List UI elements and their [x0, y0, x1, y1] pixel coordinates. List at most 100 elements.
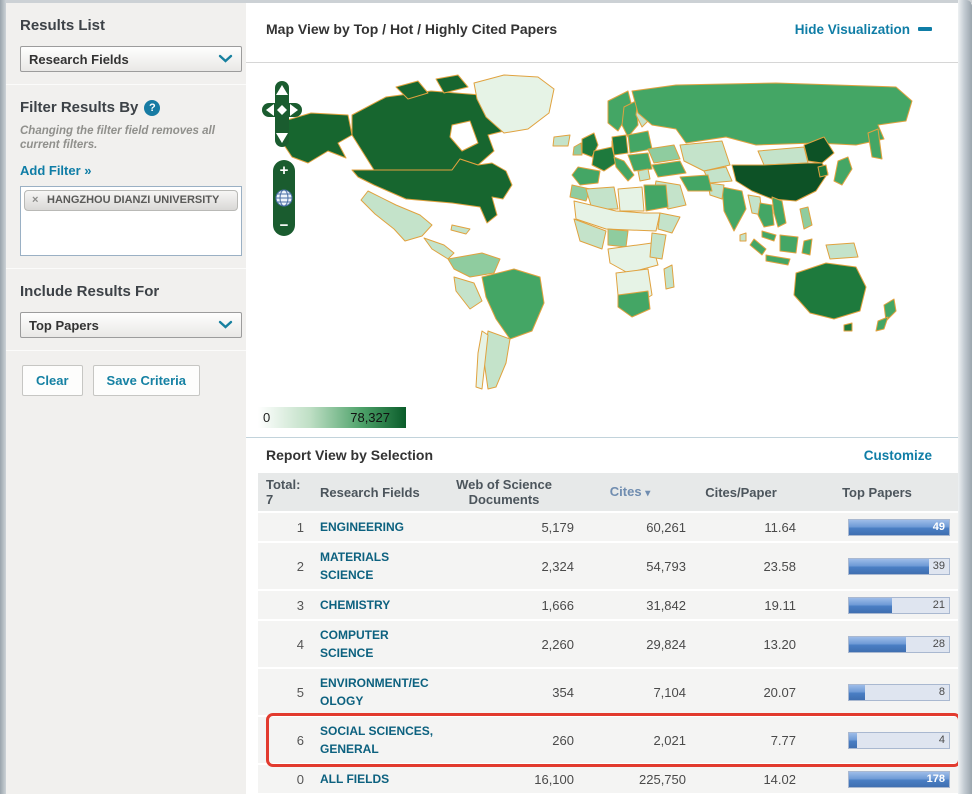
research-field-link[interactable]: ENVIRONMENT/ECOLOGY: [320, 676, 429, 708]
row-field: SOCIAL SCIENCES, GENERAL: [304, 722, 434, 758]
row-cites: 2,021: [574, 733, 686, 748]
java: [766, 255, 790, 265]
clear-button[interactable]: Clear: [22, 365, 83, 396]
customize-label: Customize: [864, 448, 932, 463]
research-field-link[interactable]: ENGINEERING: [320, 520, 404, 534]
country-iran: [680, 175, 712, 191]
map-section-header: Map View by Top / Hot / Highly Cited Pap…: [246, 21, 958, 37]
country-france: [592, 147, 616, 171]
hide-visualization-link[interactable]: Hide Visualization: [795, 22, 932, 37]
row-cites: 60,261: [574, 520, 686, 535]
top-papers-value: 39: [933, 560, 945, 572]
world-choropleth-map[interactable]: [256, 73, 956, 403]
header-wos-documents: Web of Science Documents: [434, 477, 574, 507]
central-america: [424, 238, 454, 259]
country-ukraine: [648, 145, 680, 163]
top-papers-value: 178: [927, 773, 945, 785]
hide-visualization-label: Hide Visualization: [795, 22, 910, 37]
row-wos-documents: 16,100: [434, 772, 574, 787]
sidebar-actions: Clear Save Criteria: [6, 351, 246, 396]
research-field-link[interactable]: SOCIAL SCIENCES, GENERAL: [320, 724, 433, 756]
table-row: 0 ALL FIELDS 16,100 225,750 14.02 178: [258, 765, 958, 793]
row-top-papers: 178: [796, 771, 958, 788]
remove-filter-icon[interactable]: ×: [32, 194, 38, 207]
row-field: COMPUTER SCIENCE: [304, 626, 434, 662]
customize-link[interactable]: Customize: [864, 448, 932, 463]
globe-icon[interactable]: [275, 189, 293, 207]
results-list-dropdown[interactable]: Research Fields: [20, 46, 242, 72]
sort-descending-icon: ▾: [645, 488, 650, 499]
research-field-link[interactable]: MATERIALS SCIENCE: [320, 550, 389, 582]
row-top-papers: 49: [796, 519, 958, 536]
top-papers-bar: 4: [848, 732, 950, 749]
include-results-title: Include Results For: [20, 283, 236, 300]
country-sri-lanka: [740, 233, 746, 241]
legend-max-value: 78,327: [350, 410, 390, 425]
tasmania: [844, 323, 852, 331]
add-filter-link[interactable]: Add Filter »: [20, 163, 92, 178]
filter-title: Filter Results By?: [20, 99, 236, 116]
top-papers-bar: 8: [848, 684, 950, 701]
page: Results List Research Fields Filter Resu…: [0, 0, 972, 794]
row-cites-per-paper: 11.64: [686, 520, 796, 535]
report-title: Report View by Selection: [266, 447, 433, 463]
filter-tag-label: HANGZHOU DIANZI UNIVERSITY: [47, 194, 219, 206]
map-title: Map View by Top / Hot / Highly Cited Pap…: [266, 21, 557, 37]
country-brazil: [482, 269, 544, 339]
table-header-row: Total: 7 Research Fields Web of Science …: [258, 473, 958, 511]
chevron-down-icon: [218, 316, 233, 334]
row-wos-documents: 1,666: [434, 598, 574, 613]
total-value: 7: [266, 492, 304, 507]
row-field: CHEMISTRY: [304, 596, 434, 614]
row-wos-documents: 354: [434, 685, 574, 700]
header-cites[interactable]: Cites ▾: [574, 484, 686, 501]
row-cites-per-paper: 14.02: [686, 772, 796, 787]
results-list-selected: Research Fields: [29, 52, 129, 67]
zoom-in-button[interactable]: +: [280, 163, 289, 178]
arctic-island: [436, 75, 468, 93]
row-rank: 2: [258, 559, 304, 574]
zoom-out-button[interactable]: −: [280, 218, 289, 233]
row-wos-documents: 2,324: [434, 559, 574, 574]
top-papers-value: 28: [933, 638, 945, 650]
country-madagascar: [664, 265, 674, 289]
top-papers-bar: 49: [848, 519, 950, 536]
report-table: Total: 7 Research Fields Web of Science …: [258, 473, 958, 794]
table-row: 1 ENGINEERING 5,179 60,261 11.64 49: [258, 513, 958, 541]
sidebar: Results List Research Fields Filter Resu…: [6, 3, 246, 794]
include-results-dropdown[interactable]: Top Papers: [20, 312, 242, 338]
top-papers-value: 8: [939, 686, 945, 698]
country-philippines: [800, 207, 812, 229]
row-cites: 7,104: [574, 685, 686, 700]
row-field: ENGINEERING: [304, 518, 434, 536]
country-germany: [612, 135, 628, 155]
row-rank: 0: [258, 772, 304, 787]
research-field-link[interactable]: ALL FIELDS: [320, 772, 389, 786]
row-cites-per-paper: 13.20: [686, 637, 796, 652]
row-rank: 4: [258, 637, 304, 652]
country-malaysia: [762, 231, 776, 241]
top-papers-bar-fill: [849, 598, 892, 613]
row-top-papers: 4: [796, 732, 958, 749]
save-criteria-button[interactable]: Save Criteria: [93, 365, 201, 396]
report-table-body: 1 ENGINEERING 5,179 60,261 11.64 49 2 MA…: [258, 513, 958, 793]
row-cites-per-paper: 7.77: [686, 733, 796, 748]
country-spain: [572, 167, 600, 185]
row-rank: 6: [258, 733, 304, 748]
filter-box: × HANGZHOU DIANZI UNIVERSITY: [20, 186, 242, 256]
row-field: MATERIALS SCIENCE: [304, 548, 434, 584]
pan-control[interactable]: [262, 81, 302, 147]
sulawesi: [802, 239, 812, 255]
country-india: [722, 187, 746, 231]
country-mongolia: [758, 147, 808, 165]
help-icon[interactable]: ?: [144, 100, 160, 116]
country-sweden: [622, 101, 638, 137]
research-field-link[interactable]: CHEMISTRY: [320, 598, 390, 612]
row-rank: 3: [258, 598, 304, 613]
horn-of-africa: [658, 213, 680, 233]
header-research-fields: Research Fields: [304, 485, 434, 500]
table-row: 5 ENVIRONMENT/ECOLOGY 354 7,104 20.07 8: [258, 669, 958, 715]
row-wos-documents: 260: [434, 733, 574, 748]
research-field-link[interactable]: COMPUTER SCIENCE: [320, 628, 389, 660]
scrollbar[interactable]: [958, 0, 972, 794]
